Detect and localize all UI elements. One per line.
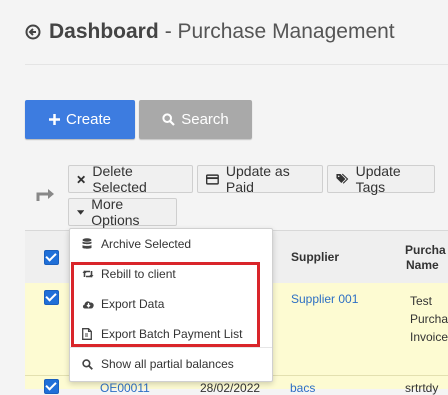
supplier-link[interactable]: bacs <box>290 381 315 395</box>
row-checkbox[interactable] <box>44 290 59 305</box>
page-header: Dashboard - Purchase Management <box>25 18 395 46</box>
menu-item-show-partial-balances[interactable]: Show all partial balances <box>70 349 272 379</box>
column-header-supplier[interactable]: Supplier <box>291 250 339 264</box>
purchase-date: 28/02/2022 <box>200 381 261 395</box>
search-icon <box>162 113 176 126</box>
create-button[interactable]: Create <box>25 100 135 139</box>
update-as-paid-button[interactable]: Update as Paid <box>197 163 323 195</box>
column-header-purchase-name[interactable]: Purcha Name <box>405 243 446 273</box>
row-checkbox[interactable] <box>44 379 59 394</box>
menu-divider <box>70 347 272 348</box>
update-tags-label: Update Tags <box>355 163 401 195</box>
select-all-checkbox[interactable] <box>44 250 59 265</box>
update-as-paid-label: Update as Paid <box>225 163 290 195</box>
purchase-name-line: Purcha <box>410 312 448 326</box>
more-options-button[interactable]: More Options <box>68 196 177 228</box>
column-header-purchase-line1: Purcha <box>405 243 446 257</box>
level-up-arrow-icon <box>36 189 54 201</box>
caret-down-icon <box>77 209 85 215</box>
plus-icon <box>48 114 60 125</box>
purchase-name-cell: Test Purcha Invoice <box>410 292 448 346</box>
credit-card-icon <box>206 173 219 185</box>
create-label: Create <box>65 111 112 128</box>
column-header-purchase-line2: Name <box>406 258 439 272</box>
highlight-box <box>71 262 260 347</box>
header-divider <box>25 64 448 65</box>
delete-selected-button[interactable]: Delete Selected <box>68 163 193 195</box>
purchase-name-cell: srtrtdy <box>405 381 439 395</box>
page-title: Dashboard <box>49 20 159 43</box>
back-arrow-icon[interactable] <box>25 24 41 40</box>
purchase-name-line: Invoice <box>410 330 448 344</box>
purchase-name-line: Test <box>410 294 433 308</box>
supplier-link[interactable]: Supplier 001 <box>291 292 358 306</box>
search-icon <box>82 358 93 370</box>
delete-selected-label: Delete Selected <box>92 163 147 195</box>
menu-item-archive-selected[interactable]: Archive Selected <box>70 229 272 259</box>
database-icon <box>82 238 92 249</box>
search-label: Search <box>181 111 229 128</box>
close-icon <box>77 175 86 183</box>
tags-icon <box>336 173 349 184</box>
menu-item-label: Archive Selected <box>101 237 192 251</box>
menu-item-label: Show all partial balances <box>101 357 234 371</box>
more-options-label: More Options <box>91 196 140 228</box>
update-tags-button[interactable]: Update Tags <box>327 163 435 195</box>
search-button[interactable]: Search <box>139 100 252 139</box>
purchase-id-link[interactable]: OE00011 <box>100 381 150 395</box>
page-subtitle: - Purchase Management <box>164 20 395 43</box>
